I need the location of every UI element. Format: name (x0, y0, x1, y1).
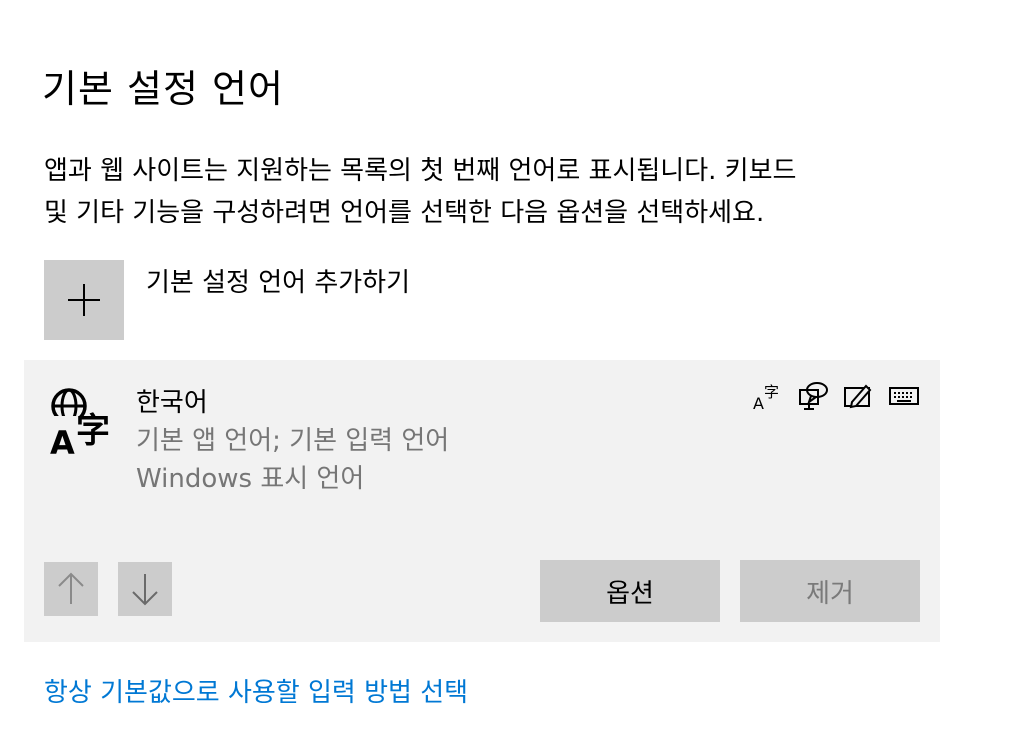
handwriting-icon (842, 380, 874, 412)
description-line-2: 및 기타 기능을 구성하려면 언어를 선택한 다음 옵션을 선택하세요. (44, 198, 765, 228)
language-pack-icon: A 字 (752, 380, 784, 413)
svg-text:A: A (753, 394, 764, 412)
add-language-button[interactable] (44, 260, 124, 340)
remove-button[interactable]: 제거 (740, 560, 920, 622)
description-line-1: 앱과 웹 사이트는 지원하는 목록의 첫 번째 언어로 표시됩니다. 키보드 (44, 156, 797, 186)
svg-text:A: A (50, 424, 75, 458)
plus-icon (68, 284, 100, 316)
page-title: 기본 설정 언어 (42, 67, 284, 111)
add-language-label[interactable]: 기본 설정 언어 추가하기 (146, 262, 410, 299)
arrow-up-icon (58, 572, 84, 604)
move-up-button[interactable] (44, 562, 98, 616)
keyboard-icon (888, 380, 920, 412)
language-detail-display: Windows 표시 언어 (136, 464, 365, 494)
language-item-korean[interactable]: A 字 한국어 기본 앱 언어; 기본 입력 언어 Windows 표시 언어 … (24, 360, 940, 642)
page-description: 앱과 웹 사이트는 지원하는 목록의 첫 번째 언어로 표시됩니다. 키보드 및… (44, 150, 974, 234)
language-name: 한국어 (136, 388, 208, 418)
speech-icon (798, 380, 830, 412)
options-button[interactable]: 옵션 (540, 560, 720, 622)
language-detail-default: 기본 앱 언어; 기본 입력 언어 (136, 426, 450, 456)
move-down-button[interactable] (118, 562, 172, 616)
arrow-down-icon (132, 574, 158, 606)
input-method-link[interactable]: 항상 기본값으로 사용할 입력 방법 선택 (44, 672, 468, 709)
svg-text:字: 字 (76, 411, 110, 451)
svg-text:字: 字 (764, 383, 779, 401)
language-icon: A 字 (48, 388, 118, 462)
